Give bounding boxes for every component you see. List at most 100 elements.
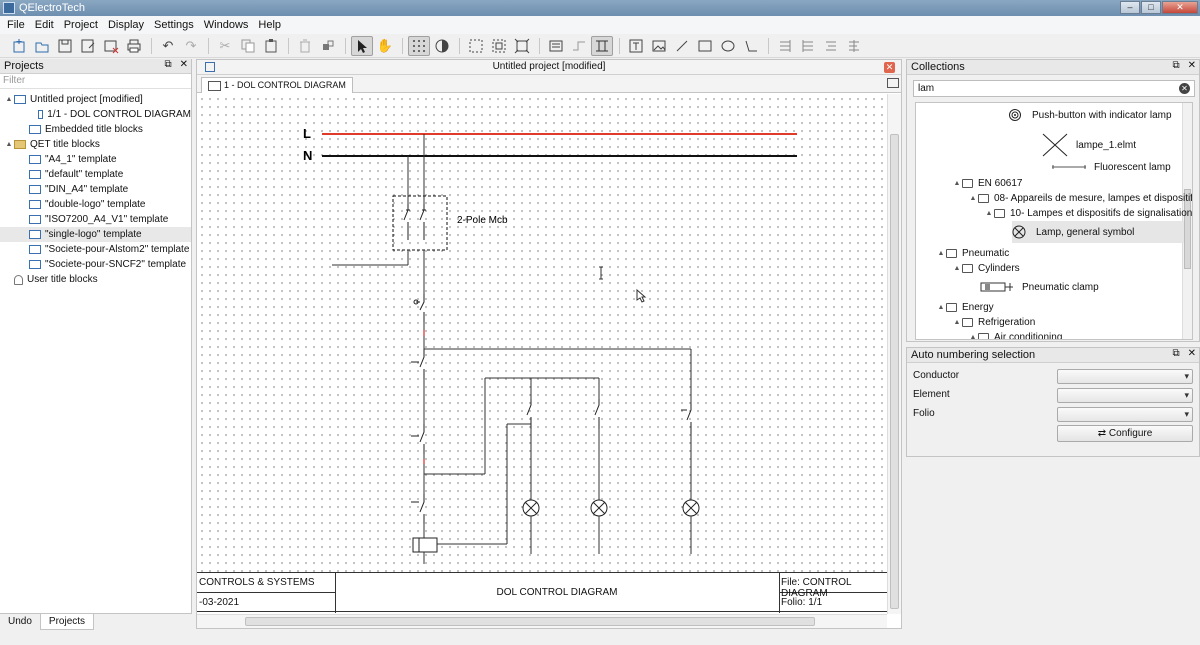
add-rectangle-icon[interactable] (694, 36, 716, 56)
project-tree-item[interactable]: "Societe-pour-SNCF2" template (0, 257, 191, 272)
project-tree-item[interactable]: ▲ QET title blocks (0, 137, 191, 152)
lamp-2[interactable] (590, 499, 608, 517)
auto-conductor-icon[interactable] (591, 35, 613, 56)
close-panel-icon[interactable]: ✕ (1188, 348, 1196, 359)
expand-arrow-icon[interactable]: ▲ (4, 96, 14, 103)
contactor-coil[interactable] (412, 537, 438, 553)
project-tree-item[interactable]: "single-logo" template (0, 227, 191, 242)
conductor-reset-icon[interactable] (568, 36, 590, 56)
project-tree-item[interactable]: ▲ Untitled project [modified] (0, 92, 191, 107)
element-select[interactable] (1057, 388, 1193, 403)
collection-item[interactable]: Push-button with indicator lamp (1008, 107, 1172, 123)
menu-windows[interactable]: Windows (199, 19, 254, 31)
project-tree-item[interactable]: "double-logo" template (0, 197, 191, 212)
collection-item[interactable]: lampe_1.elmt (1042, 133, 1136, 157)
add-image-icon[interactable] (648, 36, 670, 56)
lamp-1[interactable] (522, 499, 540, 517)
collection-item[interactable]: ▲ Pneumatic (936, 245, 1010, 261)
project-tree-item[interactable]: "A4_1" template (0, 152, 191, 167)
expand-arrow-icon[interactable]: ▲ (968, 334, 978, 340)
align-right-icon[interactable] (843, 36, 865, 56)
collection-item[interactable]: Fluorescent lamp (1052, 159, 1171, 175)
project-tree-item[interactable]: Embedded title blocks (0, 122, 191, 137)
add-line-icon[interactable] (671, 36, 693, 56)
menu-file[interactable]: File (2, 19, 30, 31)
close-panel-icon[interactable]: ✕ (180, 59, 188, 70)
tab-folio-1[interactable]: 1 - DOL CONTROL DIAGRAM (201, 77, 353, 93)
preview-icon[interactable] (431, 36, 453, 56)
delete-icon[interactable] (294, 36, 316, 56)
float-panel-icon[interactable]: ⧉ (1172, 60, 1179, 71)
project-tree-item[interactable]: 1/1 - DOL CONTROL DIAGRAM (0, 107, 191, 122)
configure-button[interactable]: ⇄ Configure (1057, 425, 1193, 442)
collection-item[interactable]: ▲ EN 60617 (952, 175, 1023, 191)
copy-icon[interactable] (237, 36, 259, 56)
grid-toggle-icon[interactable] (408, 35, 430, 56)
expand-arrow-icon[interactable]: ▲ (968, 195, 978, 202)
align-left-icon[interactable] (820, 36, 842, 56)
folio-select[interactable] (1057, 407, 1193, 422)
maximize-button[interactable]: □ (1141, 1, 1161, 14)
print-icon[interactable] (123, 36, 145, 56)
overload-contact[interactable] (419, 494, 425, 524)
undo-icon[interactable]: ↶ (157, 36, 179, 56)
project-tree-item[interactable]: "ISO7200_A4_V1" template (0, 212, 191, 227)
expand-arrow-icon[interactable]: ▲ (4, 141, 14, 148)
collection-item[interactable]: ▲ Cylinders (952, 260, 1020, 276)
minimize-button[interactable]: – (1120, 1, 1140, 14)
rotate-icon[interactable] (317, 36, 339, 56)
lamp-3[interactable] (682, 499, 700, 517)
pan-hand-icon[interactable]: ✋ (374, 36, 396, 56)
cut-icon[interactable]: ✂ (214, 36, 236, 56)
collection-item[interactable]: ▲ 08- Appareils de mesure, lampes et disp… (968, 190, 1192, 206)
close-window-button[interactable]: ✕ (1162, 1, 1198, 14)
expand-arrow-icon[interactable]: ▲ (936, 250, 946, 257)
project-tree-item[interactable]: User title blocks (0, 272, 191, 287)
start-button[interactable] (419, 349, 425, 379)
close-document-button[interactable]: ✕ (884, 62, 895, 73)
aux-contact[interactable] (419, 424, 425, 454)
close-project-icon[interactable] (100, 36, 122, 56)
float-panel-icon[interactable]: ⧉ (1172, 348, 1179, 359)
zoom-reset-icon[interactable] (511, 36, 533, 56)
float-panel-icon[interactable]: ⧉ (164, 59, 171, 70)
menu-project[interactable]: Project (59, 19, 103, 31)
redo-icon[interactable]: ↷ (180, 36, 202, 56)
horizontal-scrollbar[interactable] (197, 614, 887, 628)
align-top-icon[interactable] (774, 36, 796, 56)
expand-arrow-icon[interactable]: ▲ (952, 180, 962, 187)
save-icon[interactable] (54, 36, 76, 56)
menu-settings[interactable]: Settings (149, 19, 199, 31)
collections-search-input[interactable]: lam ✕ (913, 80, 1195, 97)
menu-display[interactable]: Display (103, 19, 149, 31)
projects-filter-input[interactable]: Filter (0, 74, 191, 89)
tab-projects[interactable]: Projects (39, 614, 95, 630)
project-tree-item[interactable]: "DIN_A4" template (0, 182, 191, 197)
open-project-icon[interactable] (31, 36, 53, 56)
project-properties-icon[interactable] (545, 36, 567, 56)
tab-undo[interactable]: Undo (0, 614, 40, 630)
collection-item[interactable]: ▲ Air conditioning (968, 329, 1062, 340)
expand-arrow-icon[interactable]: ▲ (952, 319, 962, 326)
project-tree-item[interactable]: "Societe-pour-Alstom2" template (0, 242, 191, 257)
vertical-scrollbar[interactable] (887, 94, 901, 614)
mcb-symbol[interactable] (392, 195, 448, 251)
collection-item[interactable]: ▲ Energy (936, 299, 994, 315)
collection-item[interactable]: Lamp, general symbol (1012, 221, 1184, 243)
collection-item[interactable]: ▲ 10- Lampes et dispositifs de signalisat… (984, 205, 1192, 221)
select-mode-icon[interactable] (351, 35, 373, 56)
contact-lamp-2[interactable] (594, 399, 600, 429)
contact-lamp-3[interactable] (686, 404, 692, 434)
stop-button[interactable] (419, 294, 425, 322)
expand-arrow-icon[interactable]: ▲ (936, 304, 946, 311)
menu-help[interactable]: Help (253, 19, 286, 31)
align-middle-icon[interactable] (797, 36, 819, 56)
paste-icon[interactable] (260, 36, 282, 56)
project-tree-item[interactable]: "default" template (0, 167, 191, 182)
add-ellipse-icon[interactable] (717, 36, 739, 56)
new-project-icon[interactable] (8, 36, 30, 56)
add-folio-icon[interactable] (887, 78, 899, 88)
save-as-icon[interactable] (77, 36, 99, 56)
zoom-fit-icon[interactable] (465, 36, 487, 56)
clear-search-icon[interactable]: ✕ (1179, 83, 1190, 94)
